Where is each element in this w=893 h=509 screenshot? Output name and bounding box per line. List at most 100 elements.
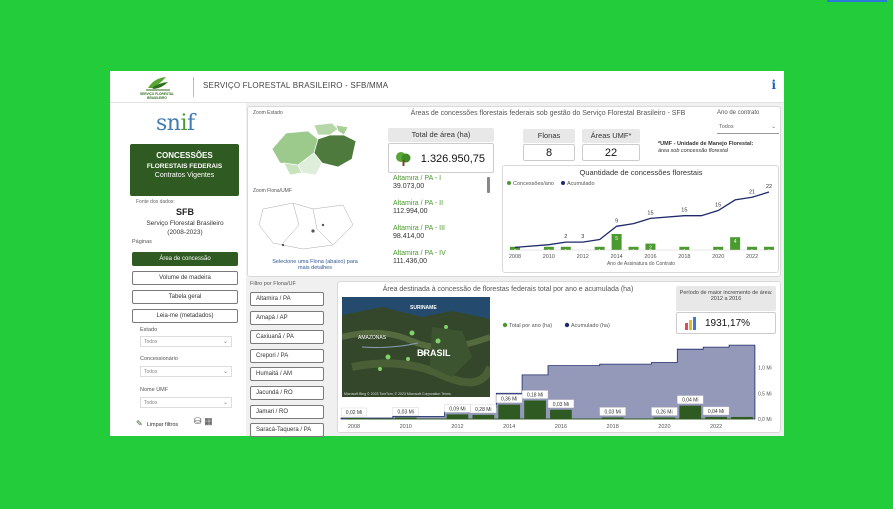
flona-filter-saraca[interactable]: Saracá-Taquera / PA: [250, 423, 324, 437]
list-item[interactable]: Altamira / PA - II 112.994,00: [393, 200, 443, 215]
x-tick-2018: 2018: [678, 254, 690, 260]
fonte-sfb: SFB: [176, 207, 194, 217]
filter-concessionario-select[interactable]: Todos ⌄: [140, 366, 232, 377]
bar-2012: [446, 414, 469, 419]
banner-line2: FLORESTAIS FEDERAIS: [146, 163, 223, 170]
umf-label: Áreas UMF*: [582, 129, 640, 143]
filter-estado-value: Todos: [144, 339, 158, 345]
banner-line1: CONCESSÕES: [156, 151, 213, 160]
app-header: SERVIÇO FLORESTAL BRASILEIRO SERVIÇO FLO…: [110, 71, 784, 103]
ano-value: Todos: [719, 124, 734, 130]
flonas-value: 8: [523, 144, 575, 161]
chevron-down-icon: ⌄: [222, 339, 228, 345]
umf-note-text: área sob concessão florestal: [658, 148, 729, 154]
flona-map[interactable]: [253, 195, 361, 255]
x-tick-2018: 2018: [607, 424, 619, 430]
filter-umf-select[interactable]: Todos ⌄: [140, 397, 232, 408]
accent-bar: [827, 0, 887, 2]
flona-item-name: Altamira / PA - II: [393, 200, 444, 207]
y-tick-1: 0,5 Mi: [758, 391, 772, 397]
x-tick-2020: 2020: [658, 424, 670, 430]
filter-estado-select[interactable]: Todos ⌄: [140, 336, 232, 347]
flona-item-name: Altamira / PA - IV: [393, 250, 446, 257]
list-item[interactable]: Altamira / PA - III 98.414,00: [393, 225, 445, 240]
data-label-2008: 0,02 Mi: [346, 410, 362, 416]
point-label-2011: 2: [564, 234, 567, 240]
x-tick-2016: 2016: [555, 424, 567, 430]
x-tick-2022: 2022: [710, 424, 722, 430]
list-item[interactable]: Altamira / PA - I 39.073,00: [393, 175, 441, 190]
umf-note: *UMF - Unidade de Manejo Florestal: área…: [658, 141, 778, 155]
banner-line3: Contratos Vigentes: [154, 172, 215, 179]
x-tick-2020: 2020: [712, 254, 724, 260]
zoom-flona-label: Zoom Flona/UMF: [253, 188, 292, 194]
point-label-2023: 22: [766, 184, 772, 190]
limpar-filtros-button[interactable]: ✎ Limpar filtros: [136, 419, 178, 428]
fonte-period: (2008-2023): [167, 229, 203, 236]
bar-label-2023: 1: [768, 249, 771, 255]
limpar-label: Limpar filtros: [146, 422, 179, 428]
flona-filter-amapa[interactable]: Amapá / AP: [250, 311, 324, 325]
flona-item-name: Altamira / PA - III: [393, 225, 445, 232]
nav-tabela-geral[interactable]: Tabela geral: [132, 290, 238, 304]
qty-chart[interactable]: Quantidade de concessões florestais Conce…: [503, 166, 780, 274]
database-icon[interactable]: ⛁: [194, 416, 202, 426]
x-tick-2008: 2008: [348, 424, 360, 430]
bar-label-2013: 1: [598, 249, 601, 255]
table-export-icon[interactable]: ▦: [204, 416, 213, 426]
flona-list[interactable]: Altamira / PA - I 39.073,00 Altamira / PA…: [388, 175, 494, 275]
scrollbar[interactable]: [487, 177, 490, 193]
main-title: Áreas de concessões florestais federais …: [410, 110, 686, 117]
list-item[interactable]: Altamira / PA - IV 111.436,00: [393, 250, 446, 265]
flona-item-value: 112.994,00: [393, 208, 428, 215]
fonte-org: Serviço Florestal Brasileiro: [146, 220, 224, 227]
chevron-down-icon: ⌄: [222, 369, 228, 375]
chart-title: Quantidade de concessões florestais: [580, 168, 703, 177]
x-tick-2012: 2012: [577, 254, 589, 260]
flona-filter-caxiuana[interactable]: Caxiuanã / PA: [250, 330, 324, 344]
umf-note-bold: *UMF - Unidade de Manejo Florestal:: [658, 141, 754, 147]
flona-filter-jamari[interactable]: Jamari / RO: [250, 405, 324, 419]
bar-2015: [524, 400, 546, 419]
y-tick-2: 1,0 Mi: [758, 366, 772, 372]
filtro-label: Filtro por Flona/UF: [250, 281, 296, 287]
flona-filter-crepori[interactable]: Crepori / PA: [250, 349, 324, 363]
legend-label-total: Total por ano (ha): [509, 323, 552, 329]
legend-swatch-total: [502, 322, 508, 328]
x-tick-2010: 2010: [543, 254, 555, 260]
point-label-2022: 21: [749, 189, 755, 195]
legend-swatch-1: [561, 181, 565, 185]
x-tick-2022: 2022: [746, 254, 758, 260]
export-icons: ⛁ ▦: [194, 416, 213, 427]
bar-label-2021: 4: [734, 239, 737, 245]
legend-label-acc: Acumulado (ha): [571, 323, 610, 329]
data-label-2015: 0,18 Mi: [527, 393, 543, 399]
flona-item-value: 98.414,00: [393, 233, 425, 240]
nav-volume-madeira[interactable]: Volume de madeira: [132, 271, 238, 285]
data-label-2016: 0,03 Mi: [553, 402, 569, 408]
nav-area-concessao[interactable]: Área de concessão: [132, 252, 238, 266]
concessoes-banner: CONCESSÕES FLORESTAIS FEDERAIS Contratos…: [130, 144, 239, 196]
sidebar: snif CONCESSÕES FLORESTAIS FEDERAIS Cont…: [110, 103, 246, 436]
report-content: snif CONCESSÕES FLORESTAIS FEDERAIS Cont…: [110, 103, 784, 437]
top-panel: Zoom Estado Zoom Flona/UMF Selecione uma…: [247, 106, 781, 277]
nav-leia-me[interactable]: Leia-me (metadados): [132, 309, 238, 323]
map-hint: Selecione uma Flona (abaixo) para mais d…: [272, 259, 358, 271]
flona-filter-altamira[interactable]: Altamira / PA: [250, 292, 324, 306]
tree-icon: [396, 152, 411, 166]
flona-item-name: Altamira / PA - I: [393, 175, 442, 182]
flona-filter-jacunda[interactable]: Jacundá / RO: [250, 386, 324, 400]
flonas-label: Flonas: [523, 129, 575, 143]
estado-map[interactable]: [268, 119, 378, 177]
fonte-label: Fonte dos dados:: [136, 199, 175, 205]
data-label-2013: 0,28 Mi: [475, 407, 491, 413]
bar-label-2011: 1: [564, 249, 567, 255]
ano-select[interactable]: Todos ⌄: [717, 122, 779, 134]
total-area-value: 1.326.950,75: [420, 153, 485, 165]
point-label-2016: 15: [647, 210, 653, 216]
info-icon[interactable]: i: [771, 78, 776, 92]
flona-filter-humaita[interactable]: Humaitá / AM: [250, 367, 324, 381]
bottom-panel: Área destinada à concessão de florestas …: [337, 281, 781, 433]
snif-logo: snif: [156, 111, 195, 136]
area-chart[interactable]: Total por ano (ha) Acumulado (ha) 0,02 Mi 0…: [338, 282, 782, 434]
